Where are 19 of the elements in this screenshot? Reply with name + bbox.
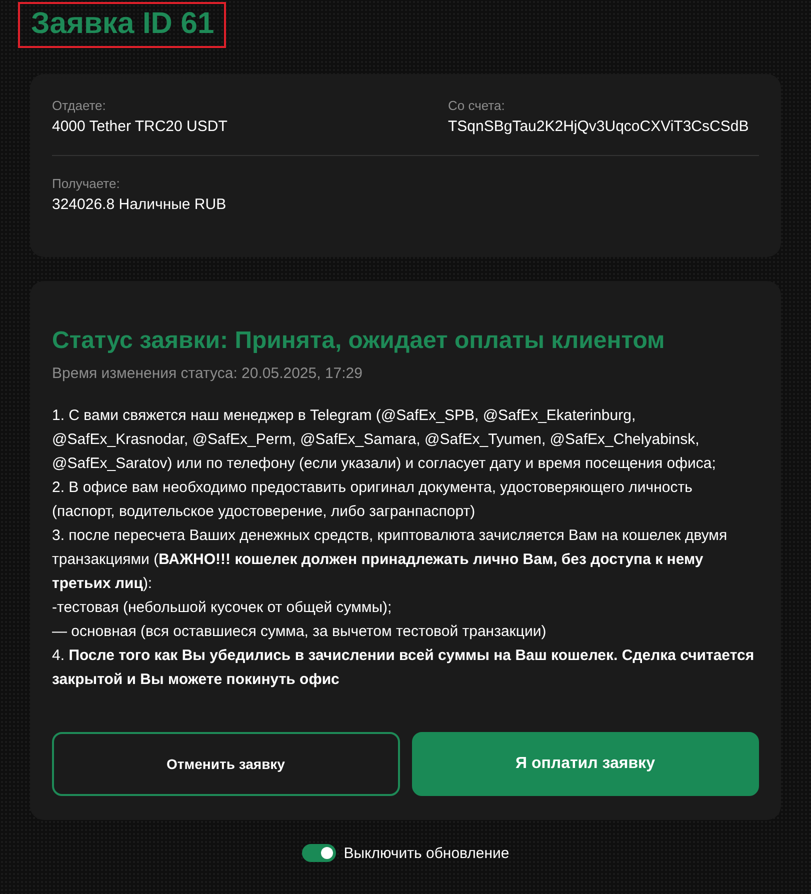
field-label: Получаете: (52, 176, 121, 191)
toggle-switch[interactable] (302, 844, 336, 862)
paid-button[interactable]: Я оплатил заявку (412, 732, 759, 796)
instruction-text: 4. После того как Вы убедились в зачислении всей суммы на Ваш кошелек. Сделка считается закрытой и Вы можете покинуть офис (52, 646, 756, 690)
status-heading: Статус заявки: Принята, ожидает оплаты клиентом (52, 327, 666, 355)
instruction-text: -тестовая (небольшой кусочек от общей суммы); (52, 598, 393, 618)
instruction-text: 1. С вами свяжется наш менеджер в Telegram (@SafEx_SPB, @SafEx_Ekaterinburg, @SafEx_Krasnodar, @SafEx_Perm, @SafEx_Samara, @SafEx_Tyumen, @SafEx_Chelyabinsk, @SafEx_Saratov) или по телефону (если указали) и согласует дату и время посещения офиса; (52, 406, 717, 474)
field-value: 324026.8 Наличные RUB (52, 195, 228, 215)
cancel-button[interactable]: Отменить заявку (52, 732, 400, 796)
field-value: TSqnSBgTau2K2HjQv3UqcoCXViT3CsCSdB (448, 117, 750, 137)
toggle-label: Выключить обновление (344, 844, 510, 862)
field-label: Со счета: (448, 98, 506, 113)
page-title: Заявка ID 61 (18, 2, 226, 48)
instruction-text: — основная (вся оставшиеся сумма, за вычетом тестовой транзакции) (52, 622, 548, 642)
instruction-text: 3. после пересчета Ваших денежных средств, криптовалюта зачисляется Вам на кошелек двумя транзакциями (ВАЖНО!!! кошелек должен принадлежать лично Вам, без доступа к нему третьих лиц): (52, 526, 728, 594)
field-label: Отдаете: (52, 98, 107, 113)
field-value: 4000 Tether TRC20 USDT (52, 117, 228, 137)
status-time: Время изменения статуса: 20.05.2025, 17:29 (52, 365, 364, 382)
instruction-text: 2. В офисе вам необходимо предоставить оригинал документа, удостоверяющего личность (паспорт, водительское удостоверение, либо загранпаспорт) (52, 478, 694, 522)
